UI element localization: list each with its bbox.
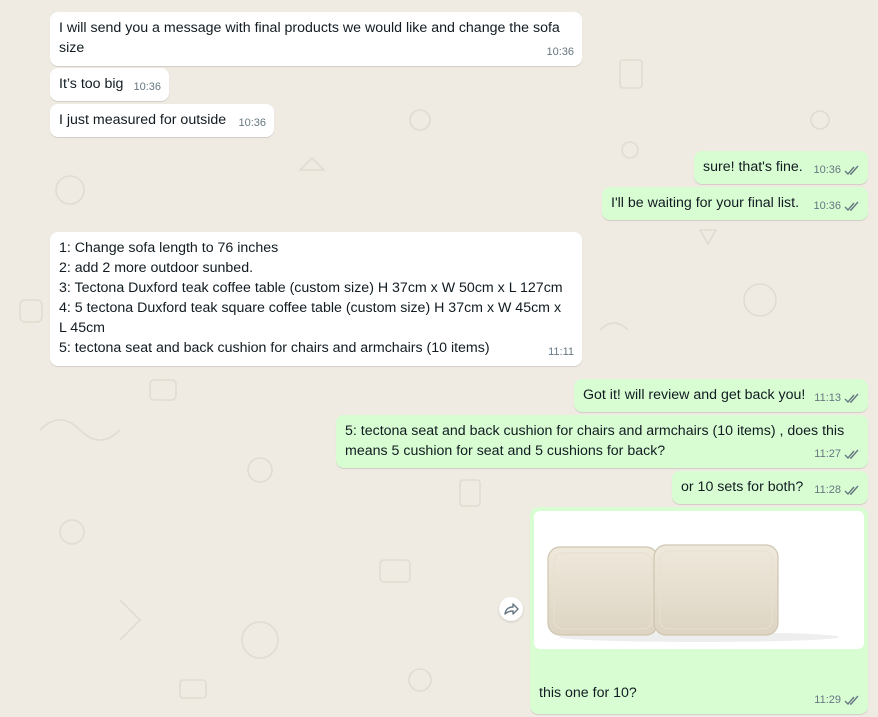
- cushion-illustration: [547, 544, 839, 642]
- incoming-message-4[interactable]: 1: Change sofa length to 76 inches 2: ad…: [50, 232, 582, 366]
- message-text: Got it! will review and get back you!: [583, 387, 806, 403]
- double-check-icon: [844, 393, 860, 404]
- message-text: sure! that's fine.: [703, 159, 803, 175]
- message-time: 10:36: [238, 117, 266, 129]
- double-check-icon: [844, 695, 860, 706]
- outgoing-message-2[interactable]: I'll be waiting for your final list. 10:…: [602, 187, 868, 220]
- message-time: 10:36: [813, 164, 841, 176]
- message-time: 10:36: [133, 81, 161, 93]
- message-text: I'll be waiting for your final list.: [611, 195, 800, 211]
- message-time: 10:36: [813, 200, 841, 212]
- double-check-icon: [844, 449, 860, 460]
- message-meta: 11:29: [814, 690, 860, 710]
- outgoing-message-4[interactable]: 5: tectona seat and back cushion for cha…: [336, 415, 868, 468]
- outgoing-message-3[interactable]: Got it! will review and get back you! 11…: [574, 379, 868, 412]
- message-time: 11:29: [814, 694, 841, 706]
- message-caption: this one for 10?: [539, 685, 637, 701]
- cushion-image[interactable]: [534, 511, 864, 649]
- message-meta: 11:13: [814, 388, 860, 408]
- message-meta: 10:36: [813, 160, 860, 180]
- message-text: I will send you a message with final pro…: [59, 20, 560, 56]
- message-time: 11:27: [814, 448, 841, 460]
- message-text: 5: tectona seat and back cushion for cha…: [345, 423, 845, 459]
- message-time: 11:11: [548, 346, 574, 358]
- message-meta: 11:28: [814, 480, 860, 500]
- double-check-icon: [844, 165, 860, 176]
- message-meta: 11:11: [548, 342, 574, 362]
- message-time: 11:28: [814, 484, 841, 496]
- message-time: 10:36: [546, 46, 574, 58]
- message-text: It’s too big: [59, 76, 124, 92]
- message-meta: 10:36: [546, 42, 574, 62]
- double-check-icon: [844, 201, 860, 212]
- outgoing-image-message[interactable]: this one for 10? 11:29: [530, 507, 868, 714]
- message-meta: 11:27: [814, 444, 860, 464]
- incoming-message-1[interactable]: I will send you a message with final pro…: [50, 12, 582, 66]
- message-meta: 10:36: [238, 113, 266, 133]
- incoming-message-3[interactable]: I just measured for outside 10:36: [50, 104, 274, 137]
- outgoing-message-5[interactable]: or 10 sets for both? 11:28: [672, 471, 868, 504]
- message-text: or 10 sets for both?: [681, 479, 804, 495]
- outgoing-message-1[interactable]: sure! that's fine. 10:36: [694, 151, 868, 184]
- message-time: 11:13: [814, 392, 841, 404]
- double-check-icon: [844, 485, 860, 496]
- message-meta: 10:36: [813, 196, 860, 216]
- incoming-message-2[interactable]: It’s too big 10:36: [50, 68, 169, 101]
- forward-button[interactable]: [499, 597, 523, 621]
- message-meta: 10:36: [133, 77, 161, 97]
- message-text: I just measured for outside: [59, 112, 227, 128]
- forward-icon: [504, 603, 519, 615]
- message-text: 1: Change sofa length to 76 inches 2: ad…: [59, 240, 563, 356]
